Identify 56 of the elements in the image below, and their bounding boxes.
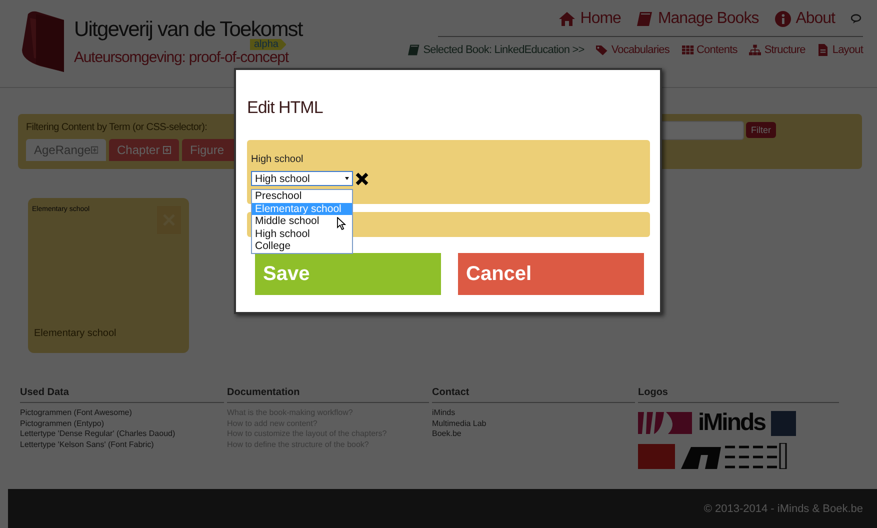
cursor-icon (337, 217, 346, 230)
nav-link[interactable]: Vocabularies (596, 44, 670, 56)
cancel-button[interactable]: Cancel (458, 253, 644, 295)
nav-link[interactable]: Manage Books (636, 10, 759, 28)
grid-icon (682, 44, 694, 56)
nav-link[interactable]: Selected Book: LinkedEducation >> (408, 44, 584, 56)
dropdown-option[interactable]: Elementary school (252, 202, 352, 216)
multimedia-logo-icon (681, 443, 787, 469)
info-icon (774, 11, 791, 27)
field-label: High school (251, 154, 304, 165)
footer-text: Boek.be (432, 429, 462, 440)
term-tab[interactable]: Chapter (109, 139, 179, 161)
iminds-logo-icon (638, 412, 692, 434)
nav-link[interactable]: Contents (682, 44, 738, 56)
book-icon (408, 44, 420, 56)
site-subtitle: Auteursomgeving: proof-of-concept (74, 49, 290, 68)
footer-text: Multimedia Lab (432, 418, 488, 429)
chat-icon[interactable] (851, 14, 863, 24)
footer-heading: Documentation (227, 384, 429, 403)
iwt-logo-icon (638, 444, 675, 468)
nav-link[interactable]: Layout (817, 44, 863, 56)
footer-heading: Used Data (20, 384, 224, 403)
alpha-badge: alpha (250, 39, 286, 50)
filter-button[interactable]: Filter (746, 122, 776, 138)
close-icon[interactable] (355, 172, 369, 186)
document-icon (817, 44, 830, 56)
expand-icon (90, 146, 98, 154)
home-icon (559, 11, 576, 27)
copyright-text: © 2013-2014 - iMinds & Boek.be (704, 502, 863, 514)
card-caption: Elementary school (34, 328, 116, 339)
save-button[interactable]: Save (255, 253, 441, 295)
logo-text: iMinds (698, 409, 765, 437)
book-logo-icon (20, 10, 66, 74)
dialog-title: Edit HTML (247, 98, 324, 118)
nav-link[interactable]: Structure (749, 44, 806, 56)
boek-logo-icon (771, 410, 796, 436)
footer-text: Pictogrammen (Font Awesome) (20, 408, 133, 418)
dropdown-option[interactable]: Preschool (252, 190, 352, 203)
tag-icon (596, 44, 608, 56)
nav-link[interactable]: About (774, 10, 835, 28)
sitemap-icon (749, 44, 762, 56)
footer-heading: Contact (432, 384, 635, 403)
nav-link[interactable]: Home (559, 10, 621, 28)
footer-heading: Logos (638, 384, 839, 403)
footer-text: Lettertype 'Dense Regular' (Charles Daoud) (20, 429, 176, 440)
dropdown-option[interactable]: High school (252, 228, 352, 240)
footer-text: Lettertype 'Kelson Sans' (Font Fabric) (20, 440, 155, 450)
level-select[interactable]: High school (251, 171, 353, 186)
book-icon (636, 11, 653, 27)
footer-text: iMinds (432, 408, 456, 418)
footer-text: Pictogrammen (Entypo) (20, 418, 106, 429)
expand-icon (163, 146, 171, 154)
dropdown-option[interactable]: Middle school (252, 215, 352, 228)
filter-label: Filtering Content by Term (or CSS-selector): (26, 122, 208, 133)
dropdown-option[interactable]: College (252, 240, 352, 253)
site-title: Uitgeverij van de Toekomst (74, 17, 302, 41)
